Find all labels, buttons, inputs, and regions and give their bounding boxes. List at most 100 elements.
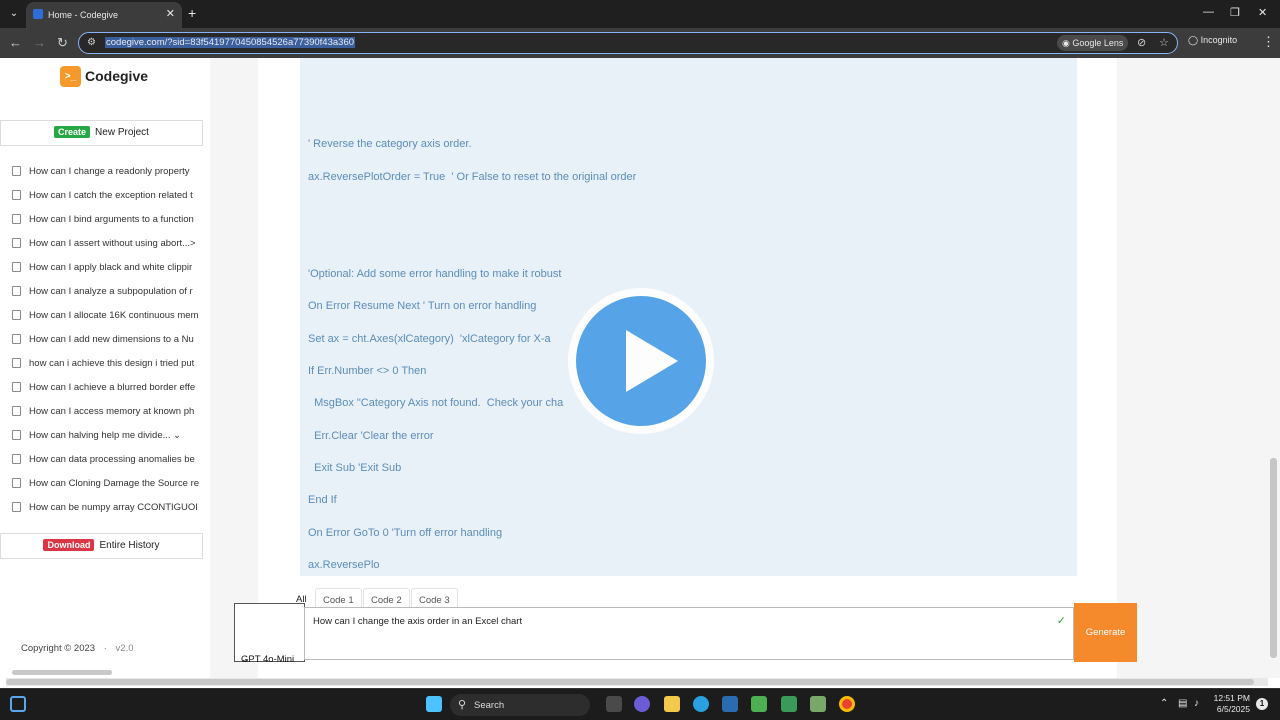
play-button-circle (576, 296, 706, 426)
browser-toolbar: ← → ↻ ⚙ codegive.com/?sid=83f54197704508… (0, 28, 1280, 58)
download-history-button[interactable]: Download Entire History (0, 533, 203, 559)
document-icon (12, 238, 21, 248)
code-line: On Error Resume Next ' Turn on error han… (308, 300, 537, 312)
address-bar[interactable]: ⚙ codegive.com/?sid=83f5419770450854526a… (78, 32, 1178, 54)
code-line: 'Optional: Add some error handling to ma… (308, 268, 562, 280)
taskbar: ⚲ Search ⌃ ▤ ♪ 12:51 PM 6/5/2025 1 (0, 688, 1280, 720)
chevron-up-icon[interactable]: ⌃ (1160, 698, 1168, 709)
version-label: v2.0 (115, 643, 134, 654)
restore-icon[interactable]: ❐ (1230, 6, 1240, 19)
bookmark-star-icon[interactable]: ☆ (1159, 36, 1169, 49)
code-line: End If (308, 494, 337, 506)
app-icon[interactable] (810, 696, 826, 712)
volume-icon[interactable]: ♪ (1194, 698, 1199, 709)
code-line: Err.Clear 'Clear the error (308, 430, 434, 442)
prompt-input[interactable]: How can I change the axis order in an Ex… (304, 607, 1074, 660)
history-item[interactable]: How can I change a readonly property (10, 160, 205, 184)
search-icon: ⚲ (458, 699, 467, 711)
history-item[interactable]: How can be numpy array CCONTIGUOI (10, 496, 205, 520)
widgets-icon[interactable] (10, 696, 26, 712)
document-icon (12, 310, 21, 320)
document-icon (12, 430, 21, 440)
history-item[interactable]: How can I add new dimensions to a Nu (10, 328, 205, 352)
history-item-label: How can I catch the exception related t (29, 190, 193, 201)
entire-history-label: Entire History (99, 539, 160, 551)
history-item[interactable]: How can Cloning Damage the Source re (10, 472, 205, 496)
history-item-label: How can I achieve a blurred border effe (29, 382, 196, 393)
history-item-label: How can I apply black and white clippir (29, 262, 193, 273)
prompt-value[interactable]: How can I change the axis order in an Ex… (313, 616, 522, 627)
history-item[interactable]: How can halving help me divide... ⌄ (10, 424, 205, 448)
url-text[interactable]: codegive.com/?sid=83f5419770450854526a77… (105, 37, 356, 48)
windows-start-icon[interactable] (426, 696, 442, 712)
file-explorer-icon[interactable] (664, 696, 680, 712)
check-icon: ✓ (1056, 615, 1066, 627)
model-select[interactable]: GPT 4o-Mini ⌄ (234, 603, 305, 665)
history-item-label: How can halving help me divide... ⌄ (29, 430, 182, 441)
history-item[interactable]: How can I apply black and white clippir (10, 256, 205, 280)
new-project-label: New Project (95, 126, 149, 138)
model-select-value: GPT 4o-Mini (241, 654, 295, 665)
back-icon[interactable]: ← (9, 35, 22, 50)
history-item[interactable]: how can i achieve this design i tried pu… (10, 352, 205, 376)
brand-name: Codegive (85, 68, 149, 84)
clock-time: 12:51 PM (1213, 693, 1250, 703)
history-item[interactable]: How can data processing anomalies be (10, 448, 205, 472)
sidebar-scrollbar[interactable] (12, 670, 112, 675)
history-item[interactable]: How can I assert without using abort...> (10, 232, 205, 256)
new-project-button[interactable]: Create New Project (0, 120, 203, 146)
history-item[interactable]: How can I access memory at known ph (10, 400, 205, 424)
edge-icon[interactable] (693, 696, 709, 712)
code-line: Set ax = cht.Axes(xlCategory) 'xlCategor… (308, 333, 551, 345)
document-icon (12, 502, 21, 512)
history-item[interactable]: How can I bind arguments to a function (10, 208, 205, 232)
system-clock[interactable]: 12:51 PM 6/5/2025 (1210, 693, 1250, 715)
history-item[interactable]: How can I allocate 16K continuous mem (10, 304, 205, 328)
history-item[interactable]: How can I achieve a blurred border effe (10, 376, 205, 400)
chrome-icon[interactable] (839, 696, 855, 712)
new-tab-icon[interactable]: + (188, 5, 196, 21)
copyright-text: Copyright © 2023 (21, 643, 96, 654)
document-icon (12, 262, 21, 272)
horizontal-scrollbar-thumb[interactable] (6, 679, 1254, 685)
history-item-label: How can I allocate 16K continuous mem (29, 310, 199, 321)
code-line: If Err.Number <> 0 Then (308, 365, 427, 377)
reload-icon[interactable]: ↻ (57, 35, 68, 51)
close-window-icon[interactable]: ✕ (1258, 6, 1267, 19)
page-scrollbar[interactable] (1270, 458, 1277, 658)
task-view-icon[interactable] (606, 696, 622, 712)
history-item-label: How can Cloning Damage the Source re (29, 478, 200, 489)
code-line: ax.ReversePlo (308, 559, 380, 571)
close-tab-icon[interactable]: ✕ (166, 7, 175, 20)
document-icon (12, 214, 21, 224)
app-icon[interactable] (751, 696, 767, 712)
clock-date: 6/5/2025 (1216, 704, 1250, 714)
incognito-indicator[interactable]: ◯ Incognito (1188, 35, 1237, 46)
taskbar-search[interactable]: ⚲ Search (450, 694, 590, 716)
store-icon[interactable] (722, 696, 738, 712)
sidebar: >_ Codegive Create New Project How can I … (0, 58, 210, 678)
history-item[interactable]: How can I analyze a subpopulation of r (10, 280, 205, 304)
code-line: MsgBox "Category Axis not found. Check y… (308, 397, 564, 409)
browser-tab[interactable]: Home - Codegive ✕ (26, 2, 182, 28)
history-item-label: How can I analyze a subpopulation of r (29, 286, 193, 297)
document-icon (12, 286, 21, 296)
site-info-icon[interactable]: ⚙ (87, 37, 96, 48)
chat-icon[interactable] (634, 696, 650, 712)
generate-button[interactable]: Generate (1074, 603, 1137, 662)
minimize-icon[interactable]: — (1203, 6, 1214, 18)
browser-menu-icon[interactable]: ⋮ (1262, 34, 1275, 50)
forward-icon[interactable]: → (33, 35, 46, 50)
horizontal-scrollbar[interactable] (6, 678, 1268, 686)
play-icon (626, 330, 678, 392)
notification-badge[interactable]: 1 (1256, 698, 1268, 710)
tab-search-icon[interactable]: ⌄ (6, 6, 22, 22)
google-lens-button[interactable]: ◉ Google Lens (1057, 35, 1129, 51)
eye-off-icon[interactable]: ⊘ (1137, 36, 1146, 49)
network-icon[interactable]: ▤ (1178, 698, 1187, 709)
document-icon (12, 454, 21, 464)
taskbar-search-label: Search (474, 700, 505, 711)
play-button[interactable] (568, 288, 714, 434)
history-item[interactable]: How can I catch the exception related t (10, 184, 205, 208)
app-icon[interactable] (781, 696, 797, 712)
